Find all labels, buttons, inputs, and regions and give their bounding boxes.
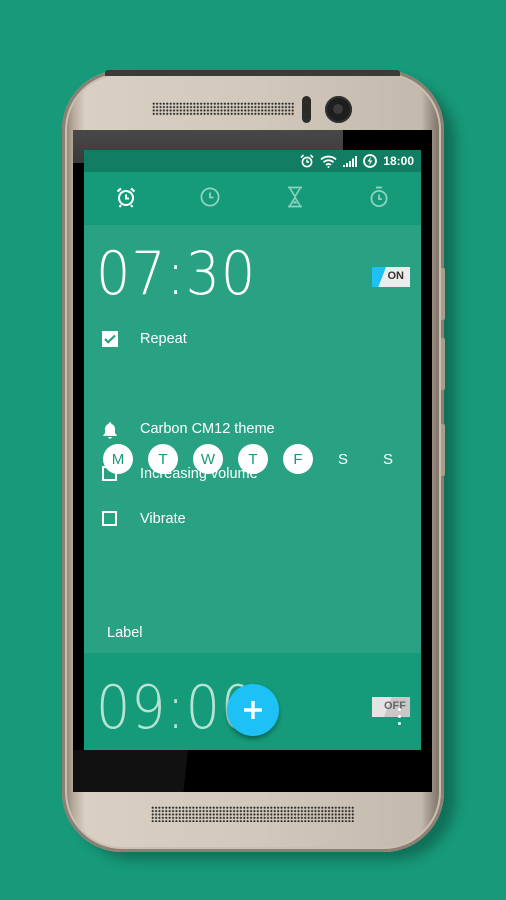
plus-icon bbox=[244, 701, 262, 719]
tab-stopwatch[interactable] bbox=[337, 172, 421, 225]
toggle-label: ON bbox=[387, 270, 405, 282]
alarm-toggle-on[interactable]: ON bbox=[372, 267, 410, 287]
ringtone-label: Carbon CM12 theme bbox=[140, 421, 275, 437]
power-button bbox=[441, 424, 445, 476]
status-bar: 18:00 bbox=[84, 150, 421, 172]
bottom-speaker-grille bbox=[151, 806, 355, 822]
top-speaker-grille bbox=[152, 102, 294, 116]
status-time: 18:00 bbox=[383, 154, 414, 168]
toggle-label: OFF bbox=[384, 700, 406, 712]
wifi-icon bbox=[320, 155, 337, 168]
increasing-volume-checkbox[interactable] bbox=[102, 466, 118, 482]
vibrate-label: Vibrate bbox=[140, 511, 186, 527]
alarm-time[interactable]: 07:30 bbox=[96, 244, 256, 304]
label-input[interactable]: Label bbox=[107, 625, 399, 641]
alarm-clock-icon bbox=[115, 186, 137, 212]
bell-icon bbox=[102, 421, 118, 439]
front-camera bbox=[325, 96, 352, 123]
add-alarm-button[interactable] bbox=[227, 684, 279, 736]
repeat-row[interactable]: Repeat bbox=[84, 324, 421, 354]
signal-icon bbox=[343, 155, 358, 167]
tab-alarm[interactable] bbox=[84, 172, 168, 225]
overflow-menu-icon[interactable] bbox=[398, 708, 402, 732]
ringtone-row[interactable]: Carbon CM12 theme bbox=[84, 414, 421, 444]
phone-top-rim bbox=[105, 70, 400, 76]
alarm-icon bbox=[300, 154, 314, 168]
battery-charging-icon bbox=[363, 154, 378, 168]
repeat-checkbox[interactable] bbox=[102, 331, 118, 347]
tab-clock[interactable] bbox=[168, 172, 252, 225]
vibrate-checkbox[interactable] bbox=[102, 511, 118, 527]
vibrate-row[interactable]: Vibrate bbox=[84, 504, 421, 534]
increasing-volume-label: Increasing volume bbox=[140, 466, 258, 482]
alarm-toggle-off[interactable]: OFF bbox=[372, 697, 410, 717]
stopwatch-icon bbox=[368, 186, 390, 212]
tab-timer[interactable] bbox=[253, 172, 337, 225]
hourglass-icon bbox=[286, 186, 304, 212]
app-screen: 18:00 07:30 ON Repeat M T W T F S S Carb… bbox=[84, 150, 421, 750]
clock-icon bbox=[199, 186, 221, 212]
alarm-card-expanded: 07:30 ON Repeat M T W T F S S Carbon CM1… bbox=[84, 225, 421, 704]
proximity-sensor bbox=[302, 96, 311, 123]
bezel-gloss-bottom bbox=[73, 750, 188, 792]
volume-up-button bbox=[441, 268, 445, 320]
tab-bar bbox=[84, 172, 421, 225]
volume-down-button bbox=[441, 338, 445, 390]
toggle-thumb bbox=[372, 267, 386, 287]
increasing-volume-row[interactable]: Increasing volume bbox=[84, 459, 421, 489]
repeat-label: Repeat bbox=[140, 331, 187, 347]
